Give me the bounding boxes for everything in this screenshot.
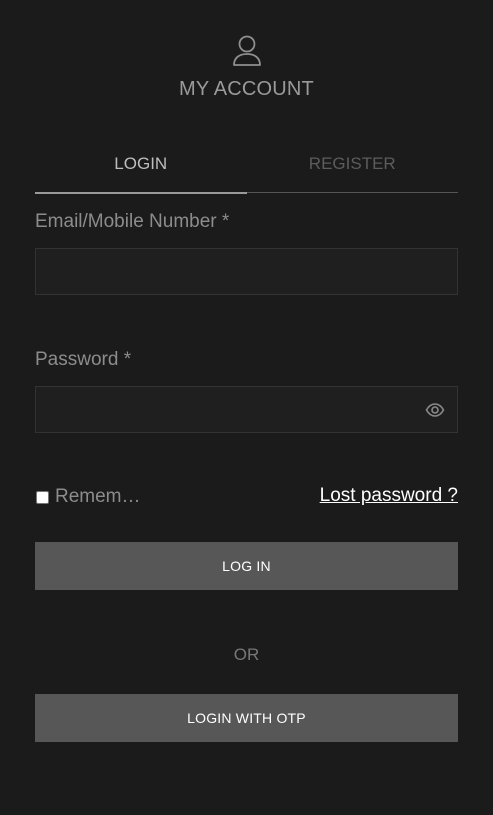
password-field-wrapper (35, 386, 458, 433)
lost-password-link[interactable]: Lost password ? (320, 485, 458, 507)
remember-me: Remem… (35, 486, 141, 508)
page-title: MY ACCOUNT (179, 78, 314, 100)
email-label: Email/Mobile Number * (35, 211, 230, 232)
login-button[interactable]: LOG IN (35, 542, 458, 590)
password-label: Password * (35, 349, 132, 370)
tab-register[interactable]: REGISTER (247, 140, 459, 192)
login-with-otp-button[interactable]: LOGIN WITH OTP (35, 694, 458, 742)
remember-checkbox[interactable] (36, 490, 49, 504)
account-header: MY ACCOUNT (0, 34, 493, 101)
email-field-wrapper (35, 248, 458, 295)
user-icon (232, 35, 261, 66)
or-divider: OR (233, 645, 260, 664)
remember-label: Remem… (55, 486, 141, 507)
tab-login[interactable]: LOGIN (35, 140, 247, 194)
eye-icon[interactable] (425, 400, 445, 420)
account-tabs: LOGIN REGISTER (35, 140, 459, 194)
password-field[interactable] (36, 387, 457, 432)
email-field[interactable] (36, 249, 457, 294)
